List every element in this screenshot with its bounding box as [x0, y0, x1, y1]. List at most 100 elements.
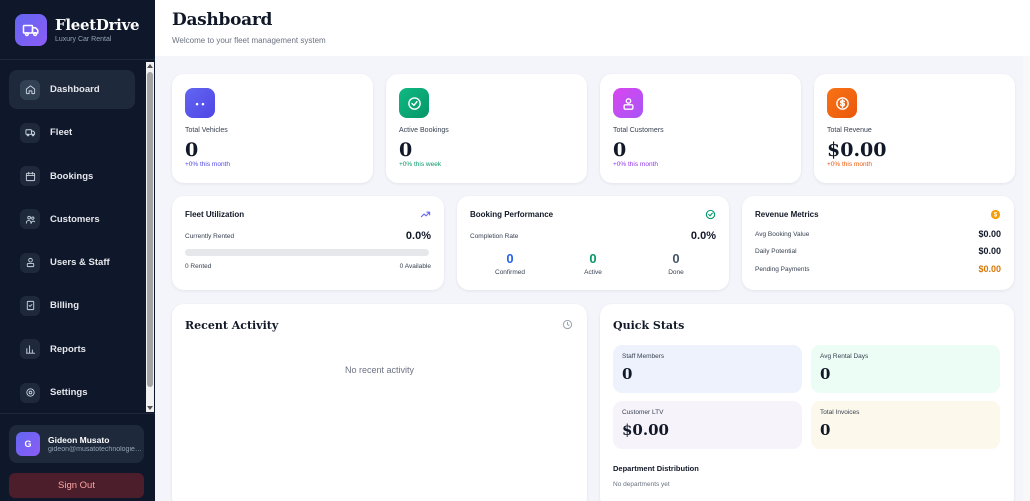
avg-booking-label: Avg Booking Value	[755, 231, 810, 238]
truck-logo-icon	[15, 13, 47, 46]
sidebar-item-reports[interactable]: Reports	[9, 330, 135, 369]
done-value: 0	[672, 251, 680, 266]
sidebar-item-label: Reports	[50, 343, 86, 355]
total-invoices-box: Total Invoices 0	[811, 401, 1000, 449]
user-email: gideon@musatotechnologies.com	[48, 446, 144, 453]
booking-performance-card: Booking Performance Completion Rate 0.0%…	[457, 196, 729, 290]
user-profile-card[interactable]: G Gideon Musato gideon@musatotechnologie…	[9, 425, 144, 463]
stat-value: 0	[613, 139, 627, 161]
stat-change: +0% this month	[827, 161, 872, 168]
confirmed-label: Confirmed	[495, 269, 525, 276]
card-title: Revenue Metrics	[755, 210, 819, 219]
utilization-progress-bar	[185, 249, 429, 256]
sidebar-item-label: Dashboard	[50, 84, 100, 95]
confirmed-stat: 0 Confirmed	[480, 251, 540, 276]
available-count: 0 Available	[399, 263, 431, 270]
avg-booking-value: $0.00	[978, 229, 1001, 239]
gear-icon	[20, 382, 40, 403]
fleet-utilization-card: Fleet Utilization Currently Rented 0.0% …	[172, 196, 444, 290]
dollar-icon: $	[990, 209, 1001, 220]
trending-up-icon	[420, 211, 431, 218]
sidebar-item-billing[interactable]: Billing	[9, 286, 135, 325]
stat-card-total-vehicles[interactable]: Total Vehicles 0 +0% this month	[172, 74, 373, 183]
utilization-percent: 0.0%	[405, 230, 431, 242]
sidebar-item-dashboard[interactable]: Dashboard	[9, 70, 135, 109]
department-empty-message: No departments yet	[613, 481, 670, 488]
recent-activity-card: Recent Activity No recent activity	[172, 304, 587, 501]
done-stat: 0 Done	[646, 251, 706, 276]
clock-icon	[562, 319, 573, 330]
qs-value: 0	[820, 365, 831, 383]
qs-label: Customer LTV	[622, 409, 664, 416]
brand[interactable]: FleetDrive Luxury Car Rental	[0, 0, 155, 60]
scroll-down-icon[interactable]	[147, 406, 153, 410]
receipt-icon	[20, 295, 40, 316]
stat-change: +0% this month	[185, 161, 230, 168]
completion-percent: 0.0%	[690, 230, 716, 242]
sidebar-item-customers[interactable]: Customers	[9, 200, 135, 239]
avg-rental-days-box: Avg Rental Days 0	[811, 345, 1000, 393]
row-label: Currently Rented	[185, 233, 235, 240]
pending-payments-label: Pending Payments	[755, 266, 810, 273]
main-scrollbar[interactable]	[1023, 56, 1030, 501]
calendar-icon	[20, 166, 40, 187]
staff-members-box: Staff Members 0	[613, 345, 802, 393]
sidebar-item-fleet[interactable]: Fleet	[9, 113, 135, 152]
revenue-metrics-card: Revenue Metrics $ Avg Booking Value $0.0…	[742, 196, 1014, 290]
active-value: 0	[589, 251, 597, 266]
stat-value: $0.00	[827, 139, 887, 161]
check-circle-icon	[399, 88, 429, 118]
dollar-icon	[827, 88, 857, 118]
active-label: Active	[584, 269, 602, 276]
sidebar-item-label: Bookings	[50, 170, 94, 182]
qs-label: Avg Rental Days	[820, 353, 869, 360]
stat-change: +0% this month	[613, 161, 658, 168]
qs-label: Total Invoices	[820, 409, 860, 416]
customer-ltv-box: Customer LTV $0.00	[613, 401, 802, 449]
qs-label: Staff Members	[622, 353, 665, 360]
active-stat: 0 Active	[563, 251, 623, 276]
stat-card-active-bookings[interactable]: Active Bookings 0 +0% this week	[386, 74, 587, 183]
sidebar-item-label: Settings	[50, 387, 88, 399]
sidebar-nav: Dashboard Fleet Bookings Customers Users…	[0, 70, 146, 416]
brand-name: FleetDrive	[55, 16, 140, 34]
car-icon	[185, 88, 215, 118]
sidebar: FleetDrive Luxury Car Rental Dashboard F…	[0, 0, 155, 501]
user-group-icon	[20, 252, 40, 273]
page-subtitle: Welcome to your fleet management system	[172, 36, 326, 45]
department-distribution-title: Department Distribution	[613, 464, 699, 473]
users-icon	[613, 88, 643, 118]
stat-label: Active Bookings	[399, 127, 449, 134]
check-circle-icon	[705, 209, 716, 220]
sidebar-item-label: Users & Staff	[50, 257, 110, 269]
stat-label: Total Revenue	[827, 127, 872, 134]
page-title: Dashboard	[172, 10, 273, 30]
section-title: Recent Activity	[185, 319, 279, 332]
card-title: Booking Performance	[470, 210, 554, 219]
daily-potential-value: $0.00	[978, 246, 1001, 256]
scroll-up-icon[interactable]	[147, 64, 153, 68]
done-label: Done	[668, 269, 684, 276]
row-label: Completion Rate	[470, 233, 519, 240]
stat-card-total-revenue[interactable]: Total Revenue $0.00 +0% this month	[814, 74, 1015, 183]
stat-value: 0	[399, 139, 413, 161]
user-name: Gideon Musato	[48, 435, 110, 445]
bar-chart-icon	[20, 339, 40, 360]
stat-value: 0	[185, 139, 199, 161]
daily-potential-label: Daily Potential	[755, 248, 797, 255]
sidebar-item-bookings[interactable]: Bookings	[9, 157, 135, 196]
section-title: Quick Stats	[613, 319, 685, 332]
sign-out-button[interactable]: Sign Out	[9, 473, 144, 498]
page-header: Dashboard Welcome to your fleet manageme…	[155, 0, 1030, 56]
sidebar-item-users-staff[interactable]: Users & Staff	[9, 243, 135, 282]
pending-payments-value: $0.00	[978, 264, 1001, 274]
sidebar-item-settings[interactable]: Settings	[9, 373, 135, 412]
sidebar-scrollbar[interactable]	[146, 62, 154, 412]
empty-activity-message: No recent activity	[344, 365, 415, 375]
stat-label: Total Vehicles	[185, 127, 228, 134]
scrollbar-thumb[interactable]	[147, 72, 153, 387]
home-icon	[20, 79, 40, 100]
sidebar-item-label: Customers	[50, 213, 100, 225]
stat-card-total-customers[interactable]: Total Customers 0 +0% this month	[600, 74, 801, 183]
stat-change: +0% this week	[399, 161, 442, 168]
